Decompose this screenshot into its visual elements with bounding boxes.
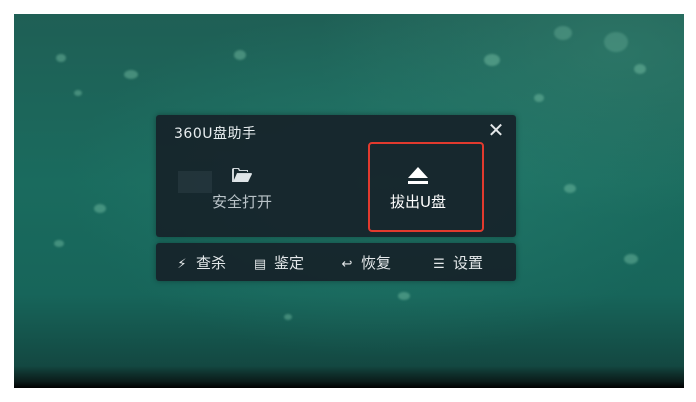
panel-title: 360U盘助手 (174, 126, 257, 142)
identify-button[interactable]: ▤ 鉴定 (252, 252, 304, 274)
usb-helper-panel: 360U盘助手 ✕ 安全打开 拔出U盘 (156, 115, 516, 237)
bottom-toolbar: ⚡ 查杀 ▤ 鉴定 ↩ 恢复 ☰ 设置 (156, 243, 516, 281)
eject-usb-label: 拔出U盘 (390, 193, 446, 211)
settings-button[interactable]: ☰ 设置 (431, 252, 483, 274)
lightning-icon: ⚡ (177, 257, 187, 272)
restore-button[interactable]: ↩ 恢复 (339, 252, 391, 274)
scan-button[interactable]: ⚡ 查杀 (174, 252, 226, 274)
folder-open-icon (232, 168, 252, 182)
safe-open-button[interactable]: 安全打开 (202, 165, 282, 221)
identify-label: 鉴定 (274, 254, 305, 272)
eject-usb-button[interactable]: 拔出U盘 (378, 165, 458, 221)
horizon (14, 366, 684, 388)
menu-icon: ☰ (433, 257, 445, 272)
safe-open-label: 安全打开 (211, 193, 272, 211)
screen: 360U盘助手 ✕ 安全打开 拔出U盘 ⚡ 查杀 ▤ 鉴定 ↩ 恢复 ☰ 设置 (0, 0, 696, 402)
close-button[interactable]: ✕ (484, 118, 508, 142)
settings-label: 设置 (453, 254, 484, 272)
restore-label: 恢复 (361, 254, 392, 272)
chip-icon: ▤ (253, 257, 267, 272)
scan-label: 查杀 (196, 254, 227, 272)
eject-icon (408, 167, 428, 184)
restore-icon: ↩ (341, 257, 353, 272)
